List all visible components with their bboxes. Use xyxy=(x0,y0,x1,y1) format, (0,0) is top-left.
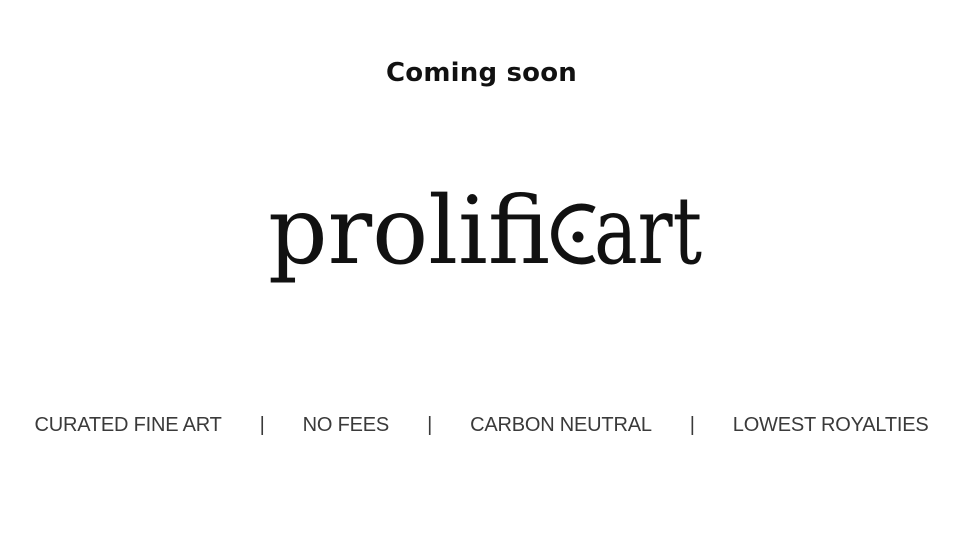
logo-text-right: art xyxy=(594,183,702,286)
feature-lowest-royalties: LOWEST ROYALTIES xyxy=(732,413,929,436)
feature-separator: | xyxy=(689,413,695,436)
logo-c-dot-mark xyxy=(551,203,596,265)
feature-curated-fine-art: CURATED FINE ART xyxy=(34,413,222,436)
prolificart-logo: prolifi art xyxy=(268,183,704,295)
feature-separator: | xyxy=(259,413,265,436)
feature-separator: | xyxy=(427,413,433,436)
feature-no-fees: NO FEES xyxy=(302,413,390,436)
feature-list: CURATED FINE ART | NO FEES | CARBON NEUT… xyxy=(0,410,963,440)
coming-soon-heading: Coming soon xyxy=(385,58,578,88)
feature-carbon-neutral: CARBON NEUTRAL xyxy=(470,413,652,436)
logo-text-left: prolifi xyxy=(268,183,550,286)
logo-wordmark: prolifi art xyxy=(268,183,702,286)
